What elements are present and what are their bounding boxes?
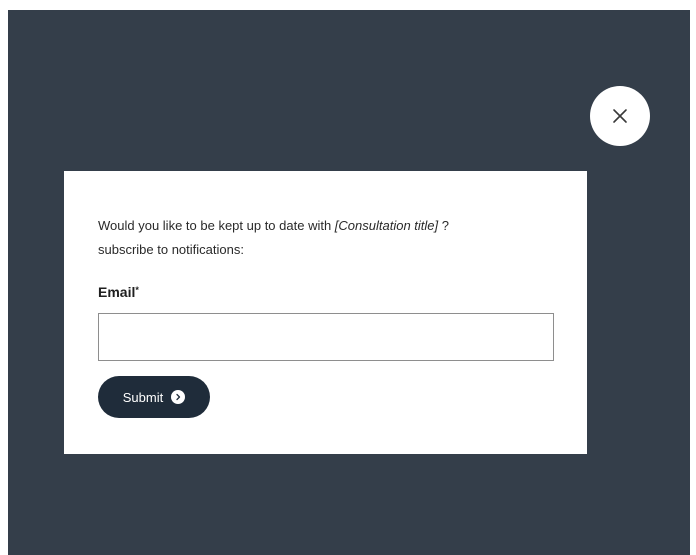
subscribe-modal: Would you like to be kept up to date wit… (64, 171, 587, 454)
subscribe-message: Would you like to be kept up to date wit… (98, 214, 568, 262)
page-frame: Would you like to be kept up to date wit… (0, 0, 696, 555)
email-input[interactable] (98, 313, 554, 361)
chevron-right-icon (171, 390, 186, 404)
message-line-2: subscribe to notifications: (98, 242, 244, 257)
close-icon (613, 109, 627, 123)
required-marker: * (135, 285, 139, 295)
message-text-before: Would you like to be kept up to date wit… (98, 218, 335, 233)
message-text-after: ? (438, 218, 449, 233)
email-label: Email* (98, 284, 139, 300)
submit-label: Submit (122, 389, 164, 405)
submit-button[interactable]: Submit (98, 376, 210, 418)
email-label-text: Email (98, 284, 136, 300)
close-modal-button[interactable] (590, 86, 650, 146)
consultation-title-placeholder: [Consultation title] (334, 218, 439, 233)
